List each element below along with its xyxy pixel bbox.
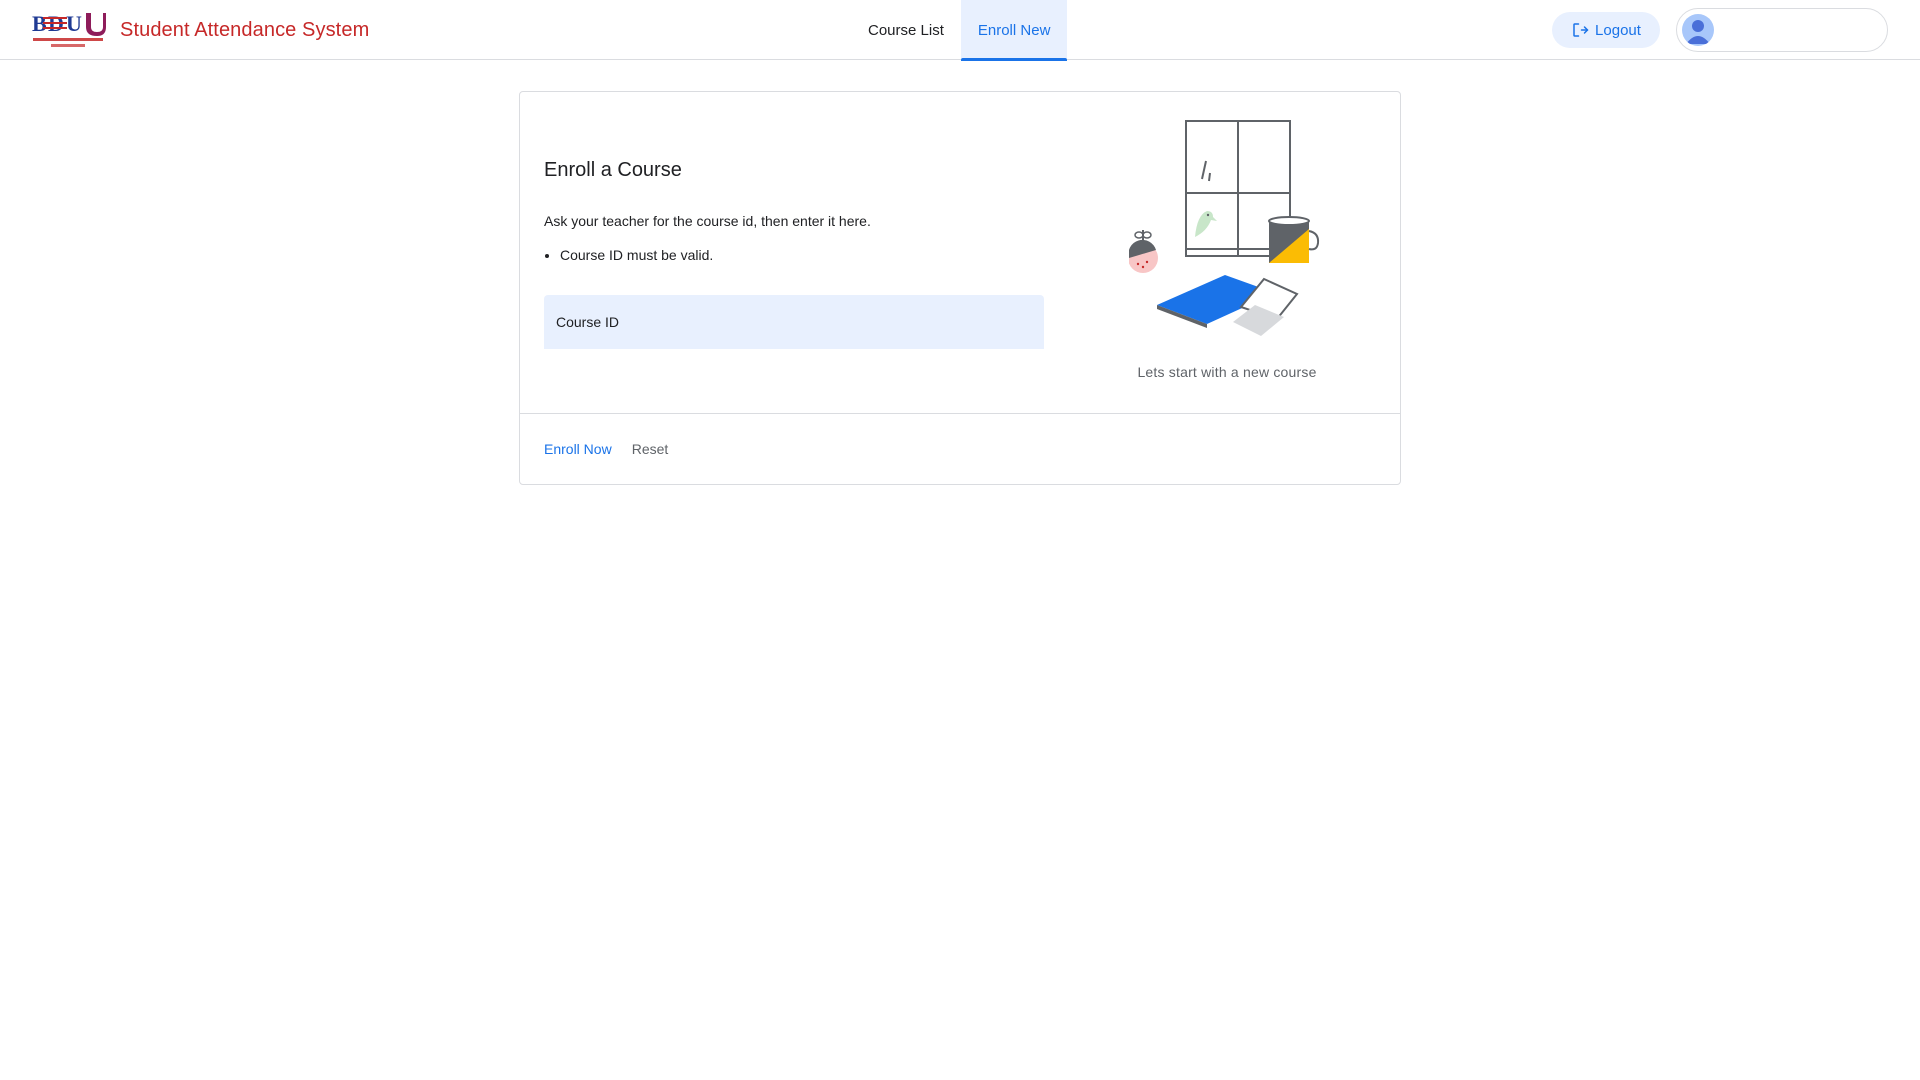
university-logo: B D U bbox=[32, 11, 106, 47]
card-title: Enroll a Course bbox=[544, 159, 682, 181]
main-nav: Course List Enroll New bbox=[851, 0, 1068, 61]
tab-course-list[interactable]: Course List bbox=[851, 0, 961, 60]
rules-list: Course ID must be valid. bbox=[544, 247, 713, 263]
svg-text:U: U bbox=[66, 11, 82, 36]
rule-item: Course ID must be valid. bbox=[560, 247, 713, 263]
app-title: Student Attendance System bbox=[120, 18, 370, 41]
card-description: Ask your teacher for the course id, then… bbox=[544, 213, 871, 229]
logout-button[interactable]: Logout bbox=[1552, 12, 1660, 48]
reset-button[interactable]: Reset bbox=[632, 441, 669, 457]
card-divider bbox=[520, 413, 1400, 414]
desk-illustration bbox=[1129, 120, 1320, 336]
top-app-bar: B D U Student Attendance System Course L… bbox=[0, 0, 1920, 61]
enroll-card: Enroll a Course Ask your teacher for the… bbox=[519, 91, 1401, 485]
user-avatar-icon bbox=[1682, 14, 1714, 46]
brand: B D U Student Attendance System bbox=[31, 9, 369, 51]
illustration-caption: Lets start with a new course bbox=[1137, 364, 1317, 380]
logout-icon bbox=[1573, 23, 1589, 37]
course-id-input[interactable] bbox=[544, 295, 1044, 349]
card-actions: Enroll Now Reset bbox=[544, 441, 668, 457]
enroll-now-button[interactable]: Enroll Now bbox=[544, 441, 612, 457]
tab-enroll-new[interactable]: Enroll New bbox=[960, 0, 1068, 61]
account-menu[interactable] bbox=[1676, 8, 1888, 52]
logout-label: Logout bbox=[1595, 21, 1641, 39]
